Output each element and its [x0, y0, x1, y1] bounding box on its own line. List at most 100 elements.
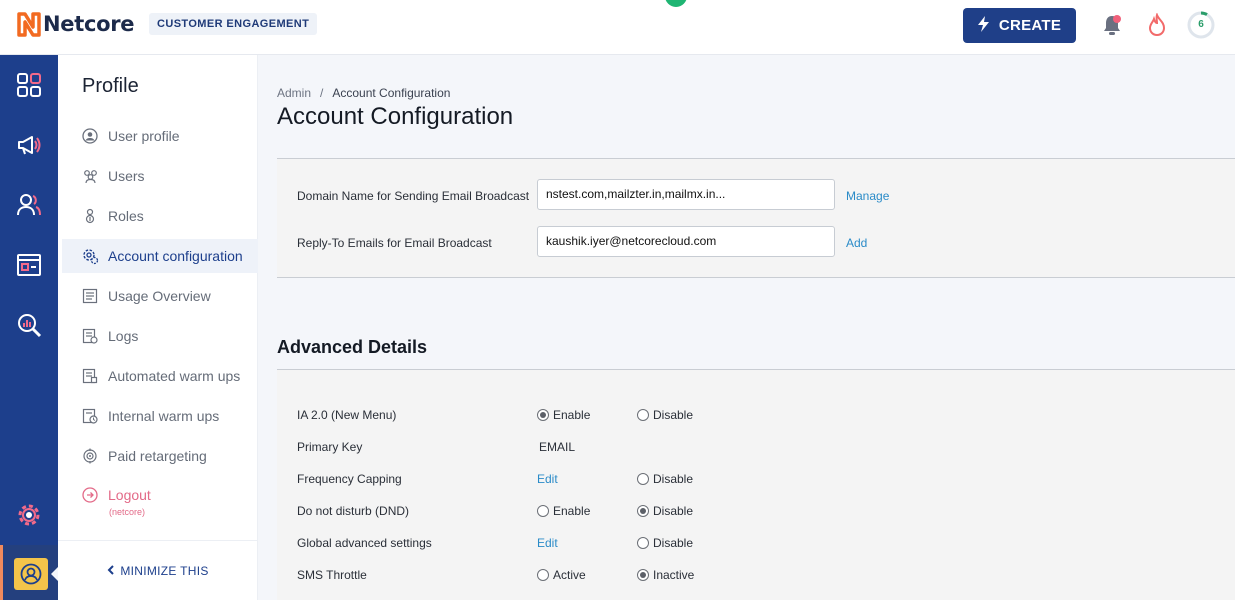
- sidebar-item-user-profile[interactable]: User profile: [62, 119, 258, 153]
- global-settings-edit-link[interactable]: Edit: [537, 536, 558, 550]
- role-icon: [81, 207, 99, 225]
- rail-audience[interactable]: [0, 185, 58, 225]
- notification-bell-icon[interactable]: [1100, 13, 1124, 42]
- chevron-left-icon: [107, 564, 115, 578]
- rail-content[interactable]: [0, 245, 58, 285]
- frequency-capping-label: Frequency Capping: [297, 472, 402, 486]
- sidebar-item-users[interactable]: Users: [62, 159, 258, 193]
- logs-icon: [81, 327, 99, 345]
- main-content: Admin / Account Configuration Account Conf…: [258, 55, 1235, 600]
- sidebar-item-usage-overview[interactable]: Usage Overview: [62, 279, 258, 313]
- radio-unselected-icon: [537, 505, 549, 517]
- breadcrumb-current: Account Configuration: [332, 86, 451, 100]
- frequency-capping-edit-link[interactable]: Edit: [537, 472, 558, 486]
- ia-enable-radio[interactable]: Enable: [537, 408, 590, 422]
- flame-icon[interactable]: [1147, 12, 1167, 42]
- breadcrumb-admin[interactable]: Admin: [277, 86, 311, 100]
- sidebar-item-logs[interactable]: Logs: [62, 319, 258, 353]
- sidebar-item-roles[interactable]: Roles: [62, 199, 258, 233]
- netcore-logo-mark-icon: [16, 11, 42, 37]
- progress-value: 6: [1198, 19, 1204, 30]
- page-title: Account Configuration: [277, 103, 514, 130]
- radio-label: Active: [553, 568, 586, 582]
- settings-gear-icon: [18, 504, 40, 526]
- logo-text: Netcore: [43, 12, 135, 36]
- sidebar-item-account-configuration[interactable]: Account configuration: [62, 239, 258, 273]
- ia-disable-radio[interactable]: Disable: [637, 408, 693, 422]
- radio-unselected-icon: [637, 537, 649, 549]
- radio-label: Disable: [653, 536, 694, 550]
- user-avatar-icon: [14, 558, 48, 590]
- radio-label: Enable: [553, 504, 591, 518]
- create-button-label: CREATE: [998, 17, 1062, 34]
- sidebar-item-label: Logs: [108, 328, 139, 344]
- sidebar-title: Profile: [82, 75, 139, 97]
- users-group-icon: [81, 167, 99, 185]
- status-dot-icon: [665, 0, 687, 7]
- add-replyto-link[interactable]: Add: [846, 236, 867, 250]
- sidebar-item-label: Usage Overview: [108, 288, 211, 304]
- user-circle-icon: [81, 127, 99, 145]
- frequency-capping-disable-radio[interactable]: Disable: [637, 472, 693, 486]
- sidebar-item-automated-warm-ups[interactable]: Automated warm ups: [62, 359, 258, 393]
- replyto-field[interactable]: kaushik.iyer@netcorecloud.com: [537, 226, 835, 257]
- radio-label: Inactive: [653, 568, 695, 582]
- radio-label: Disable: [653, 504, 694, 518]
- sidebar-item-label: Account configuration: [108, 248, 243, 264]
- progress-ring[interactable]: 6: [1187, 11, 1215, 39]
- profile-sidebar: Profile User profile Users Roles Account…: [58, 55, 258, 600]
- create-button[interactable]: CREATE: [963, 8, 1076, 43]
- global-settings-disable-radio[interactable]: Disable: [637, 536, 693, 550]
- top-header: Netcore CUSTOMER ENGAGEMENT CREATE 6: [0, 0, 1235, 55]
- domain-label: Domain Name for Sending Email Broadcast: [297, 189, 530, 203]
- sidebar-item-label: Internal warm ups: [108, 408, 220, 424]
- sidebar-item-label: Roles: [108, 208, 144, 224]
- sms-throttle-inactive-radio[interactable]: Inactive: [637, 568, 694, 582]
- dnd-enable-radio[interactable]: Enable: [537, 504, 590, 518]
- sidebar-item-logout[interactable]: Logout: [62, 478, 258, 512]
- rail-campaigns[interactable]: [0, 125, 58, 165]
- sidebar-item-label: Users: [108, 168, 145, 184]
- replyto-label: Reply-To Emails for Email Broadcast: [297, 236, 492, 250]
- global-settings-label: Global advanced settings: [297, 536, 432, 550]
- search-analytics-icon: [18, 314, 42, 338]
- sidebar-item-label: Logout: [108, 487, 151, 503]
- advanced-details-title: Advanced Details: [277, 337, 428, 357]
- radio-label: Disable: [653, 472, 694, 486]
- automated-doc-icon: [81, 367, 99, 385]
- sidebar-item-label: Paid retargeting: [108, 448, 207, 464]
- rail-profile[interactable]: [0, 545, 58, 600]
- manage-domains-link[interactable]: Manage: [846, 189, 889, 203]
- users-icon: [17, 194, 41, 216]
- icon-rail: [0, 55, 58, 600]
- config-gear-icon: [81, 247, 99, 265]
- radio-unselected-icon: [637, 473, 649, 485]
- rail-settings[interactable]: [0, 495, 58, 535]
- dnd-label: Do not disturb (DND): [297, 504, 410, 518]
- logout-icon: [81, 486, 99, 504]
- radio-unselected-icon: [537, 569, 549, 581]
- minimize-sidebar-button[interactable]: MINIMIZE THIS: [58, 540, 258, 600]
- radio-selected-icon: [637, 505, 649, 517]
- sidebar-item-label: User profile: [108, 128, 180, 144]
- breadcrumb: Admin / Account Configuration: [277, 86, 450, 100]
- dashboard-grid-icon: [17, 73, 41, 97]
- bolt-icon: [977, 15, 989, 36]
- logout-account-name: (netcore): [109, 507, 146, 517]
- radio-selected-icon: [637, 569, 649, 581]
- primary-key-label: Primary Key: [297, 440, 363, 454]
- netcore-logo[interactable]: Netcore: [16, 11, 135, 37]
- minimize-label: MINIMIZE THIS: [120, 563, 209, 578]
- rail-analytics[interactable]: [0, 305, 58, 345]
- sidebar-item-paid-retargeting[interactable]: Paid retargeting: [62, 439, 258, 473]
- domain-field[interactable]: nstest.com,mailzter.in,mailmx.in...: [537, 179, 835, 210]
- sms-throttle-active-radio[interactable]: Active: [537, 568, 586, 582]
- radio-selected-icon: [537, 409, 549, 421]
- product-tag: CUSTOMER ENGAGEMENT: [149, 13, 318, 35]
- dnd-disable-radio[interactable]: Disable: [637, 504, 693, 518]
- sidebar-item-internal-warm-ups[interactable]: Internal warm ups: [62, 399, 258, 433]
- rail-dashboard[interactable]: [0, 65, 58, 105]
- advanced-details-panel: IA 2.0 (New Menu) Enable Disable Primary…: [277, 369, 1235, 600]
- megaphone-icon: [18, 136, 41, 155]
- usage-doc-icon: [81, 287, 99, 305]
